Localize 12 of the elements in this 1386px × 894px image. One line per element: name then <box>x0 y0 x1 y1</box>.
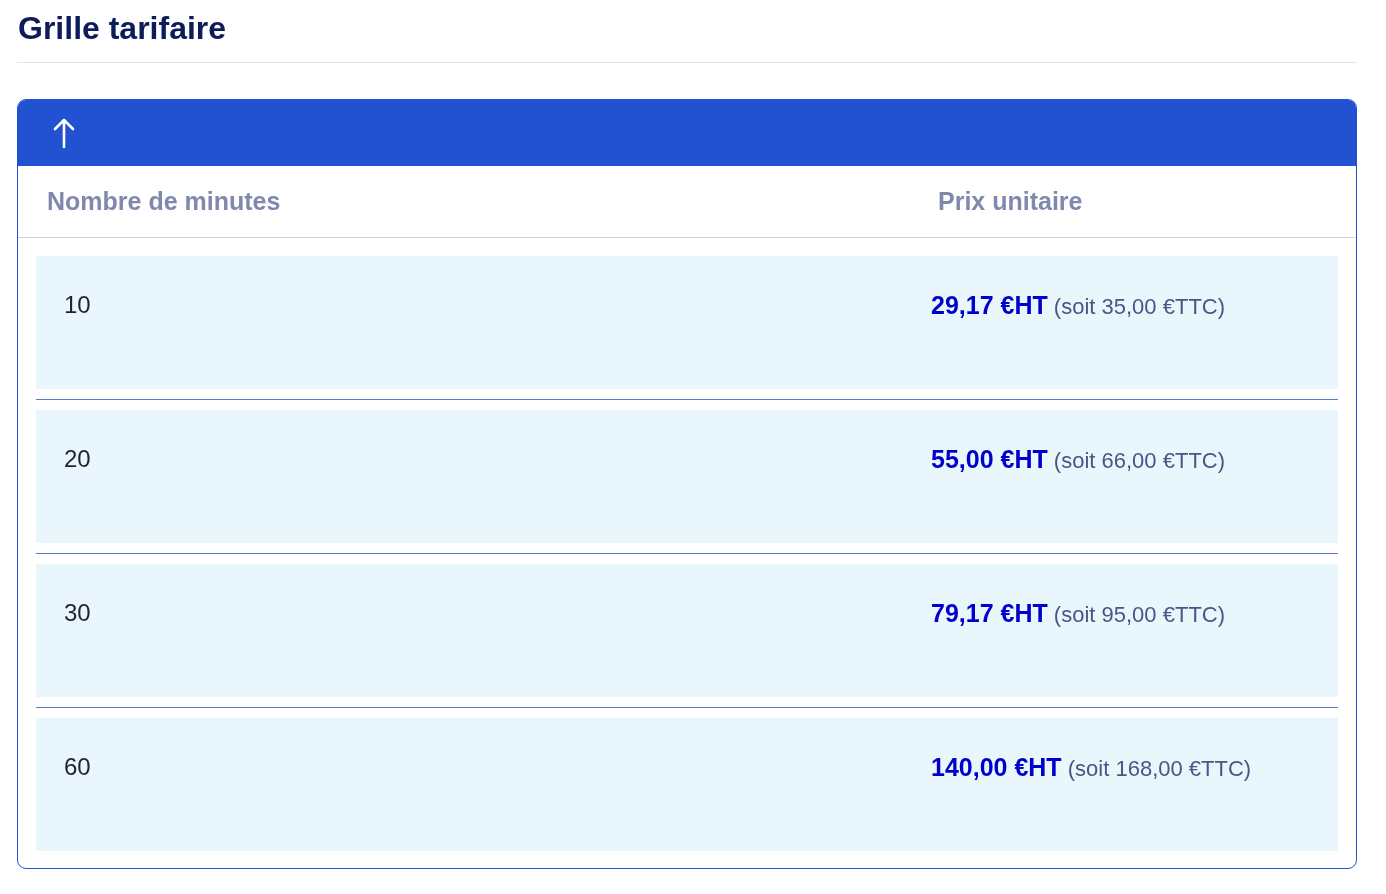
price-cell-text: 29,17 €HT (soit 35,00 €TTC) <box>931 291 1227 320</box>
price-cell-text: 55,00 €HT (soit 66,00 €TTC) <box>931 445 1227 474</box>
price-cell-text: 79,17 €HT (soit 95,00 €TTC) <box>931 599 1227 628</box>
up-arrow-icon[interactable] <box>52 117 76 149</box>
minutes-cell-text: 10 <box>64 291 92 319</box>
minutes-cell-text: 60 <box>64 753 92 781</box>
column-header: Nombre de minutes <box>47 187 282 216</box>
price-cell-text: 140,00 €HT (soit 168,00 €TTC) <box>931 753 1253 782</box>
column-header: Prix unitaire <box>938 187 1084 216</box>
minutes-cell-text: 20 <box>64 445 92 473</box>
page-title: Grille tarifaire <box>17 9 228 48</box>
minutes-cell-text: 30 <box>64 599 92 627</box>
